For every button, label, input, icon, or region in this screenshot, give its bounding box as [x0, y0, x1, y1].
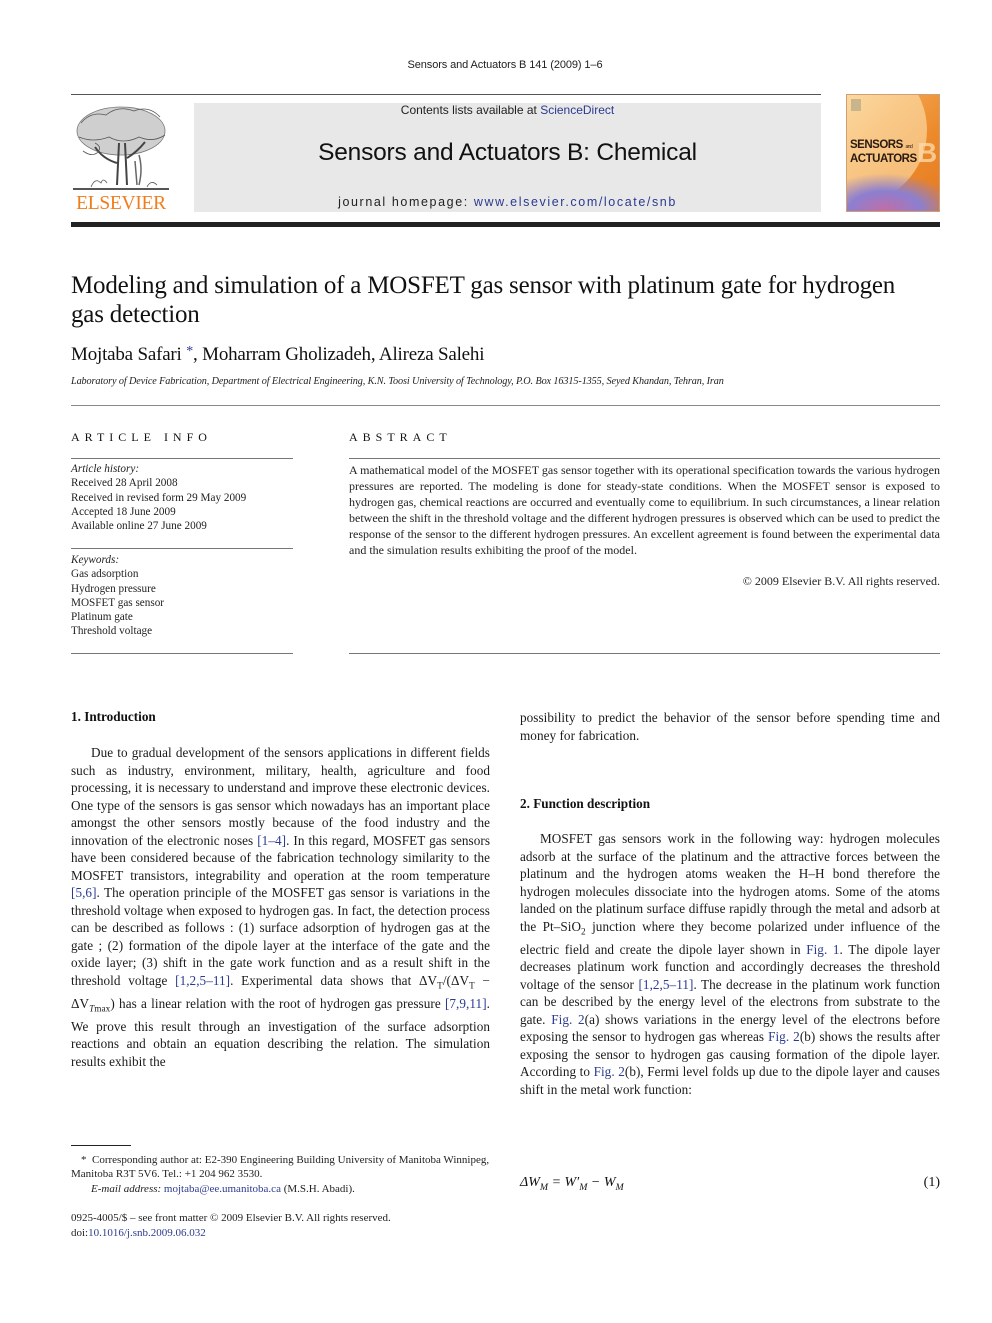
doi-prefix: doi:: [71, 1227, 89, 1239]
masthead-bottom-rule: [71, 222, 940, 227]
section-heading-introduction: 1. Introduction: [71, 709, 156, 724]
footnote: * Corresponding author at: E2-390 Engine…: [71, 1153, 496, 1196]
masthead-top-rule: [71, 94, 821, 95]
footnote-text: Corresponding author at: E2-390 Engineer…: [71, 1154, 490, 1181]
article-info-rule: [71, 653, 293, 654]
author-name: Alireza Salehi: [378, 344, 485, 365]
citation-link[interactable]: [5,6]: [71, 885, 97, 900]
doi-link[interactable]: 10.1016/j.snb.2009.06.032: [88, 1227, 206, 1239]
cover-title-line1: SENSORS: [850, 139, 903, 151]
homepage-link[interactable]: www.elsevier.com/locate/snb: [474, 195, 677, 209]
publisher-name: ELSEVIER: [76, 193, 166, 214]
abstract-copyright: © 2009 Elsevier B.V. All rights reserved…: [742, 574, 940, 588]
equation-number: (1): [923, 1175, 940, 1190]
footnote-rule: [71, 1145, 131, 1146]
introduction-paragraph: Due to gradual development of the sensor…: [71, 744, 490, 1070]
footnote-email-line: E-mail address: mojtaba@ee.umanitoba.ca …: [71, 1182, 496, 1196]
footnote-corresponding-author: * Corresponding author at: E2-390 Engine…: [71, 1153, 496, 1182]
sciencedirect-link[interactable]: ScienceDirect: [540, 103, 614, 117]
article-info-heading: ARTICLE INFO: [71, 430, 212, 444]
keyword-item: Platinum gate: [71, 611, 133, 624]
article-info-rule: [71, 548, 293, 549]
email-label: E-mail address:: [91, 1182, 162, 1195]
keywords: Keywords: Gas adsorption Hydrogen pressu…: [71, 553, 293, 639]
history-item: Received in revised form 29 May 2009: [71, 491, 247, 504]
article-history: Article history: Received 28 April 2008 …: [71, 462, 293, 533]
history-item: Available online 27 June 2009: [71, 520, 207, 533]
keyword-item: Hydrogen pressure: [71, 582, 156, 595]
journal-cover-thumbnail[interactable]: B SENSORS and ACTUATORS: [846, 94, 940, 212]
author-separator: ,: [193, 344, 203, 365]
citation-link[interactable]: [1,2,5–11]: [175, 973, 230, 988]
cover-letter: B: [917, 137, 938, 168]
author-name: Mojtaba Safari: [71, 344, 182, 365]
contents-prefix: Contents lists available at: [400, 103, 541, 117]
article-history-label: Article history:: [71, 463, 140, 475]
figure-link[interactable]: Fig. 2: [768, 1029, 800, 1044]
author-list: Mojtaba Safari *, Moharram Gholizadeh, A…: [71, 344, 484, 366]
article-info-rule: [71, 458, 293, 459]
equation-1: ΔWM = W′M − WM (1): [520, 1175, 940, 1193]
footnote-mark: *: [81, 1154, 87, 1166]
history-item: Received 28 April 2008: [71, 477, 178, 490]
masthead-band: Contents lists available at ScienceDirec…: [194, 103, 821, 212]
author-separator: ,: [370, 344, 379, 365]
homepage-prefix: journal homepage:: [338, 195, 474, 209]
abstract-text: A mathematical model of the MOSFET gas s…: [349, 463, 940, 557]
cover-image-decoration: [847, 173, 939, 211]
figure-link[interactable]: Fig. 2: [551, 1012, 584, 1027]
journal-title: Sensors and Actuators B: Chemical: [318, 139, 697, 166]
figure-link[interactable]: Fig. 2: [594, 1064, 625, 1079]
cover-title-and: and: [905, 144, 913, 150]
homepage-line: journal homepage: www.elsevier.com/locat…: [194, 195, 821, 209]
author-name: Moharram Gholizadeh: [202, 344, 371, 365]
issn-line: 0925-4005/$ – see front matter © 2009 El…: [71, 1212, 391, 1224]
section-heading-function-description: 2. Function description: [520, 796, 651, 811]
equation-lhs: ΔW: [520, 1175, 540, 1190]
affiliation: Laboratory of Device Fabrication, Depart…: [71, 376, 724, 387]
formula-part: ΔV: [419, 972, 438, 988]
figure-link[interactable]: Fig. 1: [806, 942, 839, 957]
front-matter: 0925-4005/$ – see front matter © 2009 El…: [71, 1211, 496, 1241]
email-suffix: (M.S.H. Abadi).: [280, 1182, 355, 1195]
citation-link[interactable]: [1,2,5–11]: [638, 977, 693, 992]
cover-title: SENSORS and ACTUATORS: [850, 139, 917, 165]
introduction-continuation: possibility to predict the behavior of t…: [520, 710, 940, 743]
abstract-heading: ABSTRACT: [349, 430, 452, 444]
corresponding-author-mark[interactable]: *: [186, 344, 193, 359]
citation-link[interactable]: [7,9,11]: [445, 996, 487, 1011]
contents-line: Contents lists available at ScienceDirec…: [194, 103, 821, 117]
elsevier-tree-icon: [73, 106, 169, 190]
elsevier-logo[interactable]: ELSEVIER: [71, 103, 171, 214]
keywords-label: Keywords:: [71, 554, 120, 566]
formula-part: ΔV: [450, 972, 470, 988]
text-run: . Experimental data shows that: [230, 972, 419, 988]
doi-line: doi:10.1016/j.snb.2009.06.032: [71, 1226, 496, 1241]
abstract-rule: [349, 653, 940, 654]
affiliation-rule: [71, 405, 940, 406]
cover-title-line2: ACTUATORS: [850, 153, 917, 165]
abstract-rule: [349, 458, 940, 459]
citation-link[interactable]: [1–4]: [257, 833, 286, 848]
article-title: Modeling and simulation of a MOSFET gas …: [71, 272, 896, 328]
keyword-item: MOSFET gas sensor: [71, 596, 165, 609]
function-description-paragraph: MOSFET gas sensors work in the following…: [520, 831, 940, 1097]
text-run: has a linear relation with the root of h…: [114, 995, 445, 1011]
keyword-item: Gas adsorption: [71, 568, 139, 581]
email-link[interactable]: mojtaba@ee.umanitoba.ca: [164, 1183, 281, 1195]
formula-part: ΔV: [71, 995, 90, 1011]
cover-publisher-icon: [851, 99, 861, 111]
keyword-item: Threshold voltage: [71, 625, 153, 638]
history-item: Accepted 18 June 2009: [71, 505, 176, 518]
running-head: Sensors and Actuators B 141 (2009) 1–6: [407, 59, 603, 71]
